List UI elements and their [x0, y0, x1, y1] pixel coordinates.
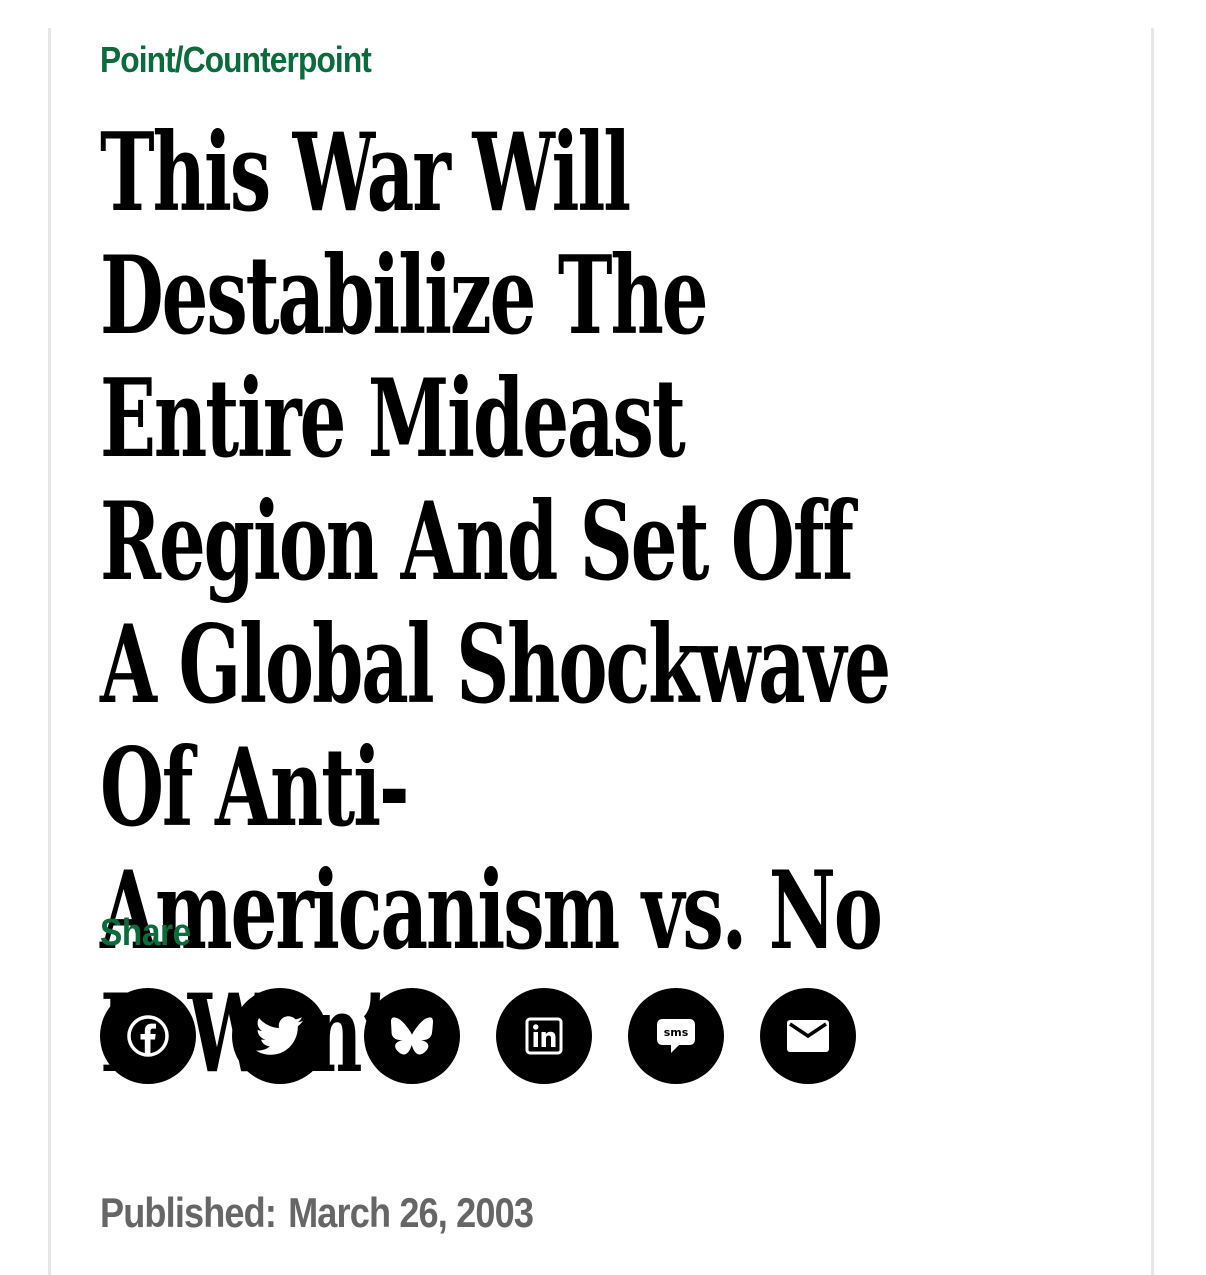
published-label: Published: [100, 1189, 277, 1236]
email-icon [787, 1020, 829, 1052]
published-date: Published: March 26, 2003 [100, 1186, 534, 1240]
sms-icon: sms [657, 1019, 695, 1053]
share-buttons: sms [100, 988, 856, 1084]
share-email-button[interactable] [760, 988, 856, 1084]
bluesky-icon [391, 1017, 433, 1055]
share-sms-button[interactable]: sms [628, 988, 724, 1084]
share-bluesky-button[interactable] [364, 988, 460, 1084]
share-facebook-button[interactable] [100, 988, 196, 1084]
article-headline: This War Will Destabilize The Entire Mid… [100, 110, 891, 1096]
share-linkedin-button[interactable] [496, 988, 592, 1084]
published-date-value: March 26, 2003 [288, 1189, 534, 1236]
linkedin-icon [525, 1017, 563, 1055]
share-label: Share [100, 912, 191, 954]
section-kicker-link[interactable]: Point/Counterpoint [100, 36, 372, 84]
facebook-icon [127, 1015, 169, 1057]
twitter-icon [256, 1016, 304, 1055]
sms-icon-text: sms [664, 1026, 689, 1039]
share-twitter-button[interactable] [232, 988, 328, 1084]
